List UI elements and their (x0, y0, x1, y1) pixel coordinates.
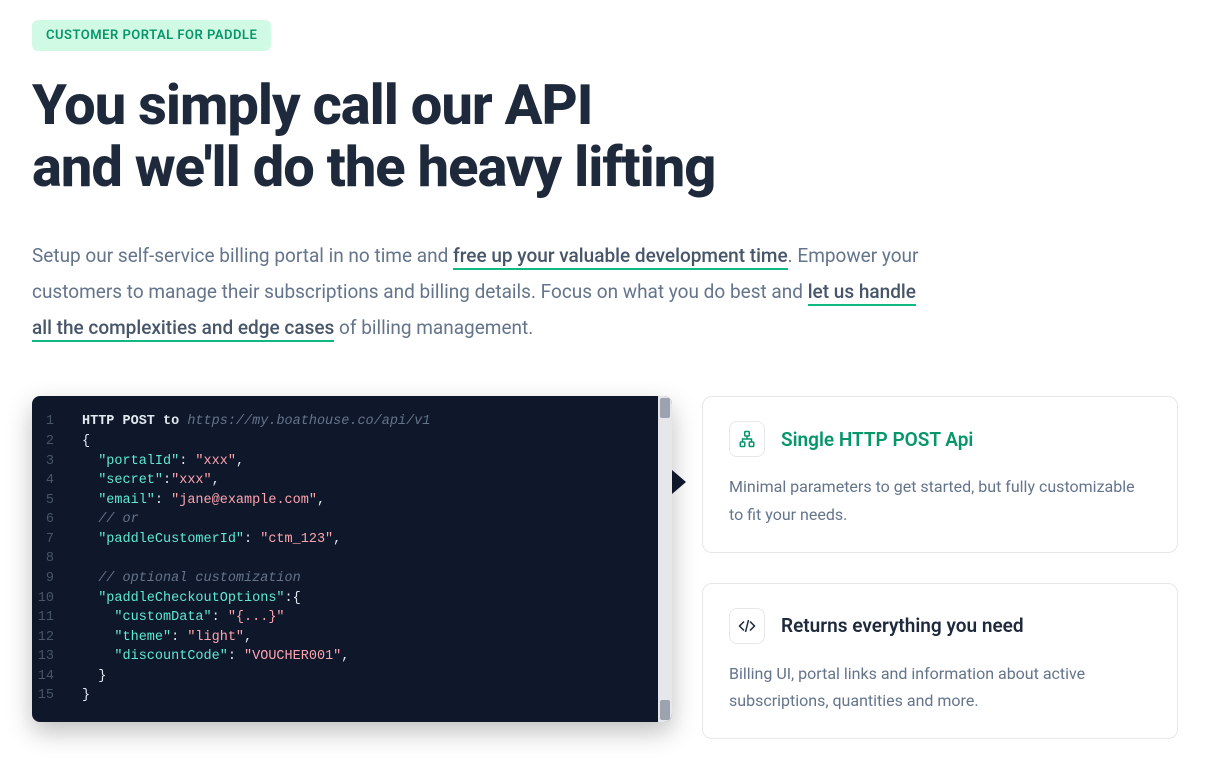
feature-card-api: Single HTTP POST Api Minimal parameters … (702, 396, 1178, 552)
code-line: 8 (32, 549, 672, 569)
line-number: 15 (32, 686, 82, 706)
hierarchy-icon (729, 421, 765, 457)
line-number: 3 (32, 452, 82, 472)
line-content: } (82, 686, 90, 706)
line-number: 12 (32, 628, 82, 648)
code-slash-icon (729, 608, 765, 644)
line-number: 5 (32, 491, 82, 511)
line-content (82, 549, 90, 569)
line-content: "paddleCustomerId": "ctm_123", (82, 530, 341, 550)
line-number: 4 (32, 471, 82, 491)
code-line: 9 // optional customization (32, 569, 672, 589)
code-line: 15} (32, 686, 672, 706)
lead-text-1: Setup our self-service billing portal in… (32, 244, 453, 267)
code-line: 12 "theme": "light", (32, 628, 672, 648)
line-number: 11 (32, 608, 82, 628)
scrollbar-thumb-bottom[interactable] (660, 700, 670, 720)
line-content: } (82, 667, 106, 687)
lead-paragraph: Setup our self-service billing portal in… (32, 238, 932, 346)
code-line: 10 "paddleCheckoutOptions":{ (32, 589, 672, 609)
line-content: HTTP POST to https://my.boathouse.co/api… (82, 412, 430, 432)
line-content: // optional customization (82, 569, 301, 589)
code-example: 1HTTP POST to https://my.boathouse.co/ap… (32, 396, 672, 721)
line-content: "theme": "light", (82, 628, 252, 648)
code-scrollbar[interactable] (658, 396, 672, 721)
code-line: 1HTTP POST to https://my.boathouse.co/ap… (32, 412, 672, 432)
line-number: 2 (32, 432, 82, 452)
code-line: 6 // or (32, 510, 672, 530)
heading-line-2: and we'll do the heavy lifting (32, 134, 715, 200)
code-line: 11 "customData": "{...}" (32, 608, 672, 628)
lead-text-3: of billing management. (334, 316, 533, 339)
scrollbar-thumb-top[interactable] (660, 398, 670, 418)
line-number: 1 (32, 412, 82, 432)
code-line: 7 "paddleCustomerId": "ctm_123", (32, 530, 672, 550)
code-block: 1HTTP POST to https://my.boathouse.co/ap… (32, 396, 672, 721)
line-content: "discountCode": "VOUCHER001", (82, 647, 349, 667)
card-title: Single HTTP POST Api (781, 428, 973, 451)
code-line: 3 "portalId": "xxx", (32, 452, 672, 472)
line-number: 13 (32, 647, 82, 667)
feature-card-returns: Returns everything you need Billing UI, … (702, 583, 1178, 739)
line-content: { (82, 432, 90, 452)
product-badge: CUSTOMER PORTAL FOR PADDLE (32, 20, 271, 51)
line-number: 8 (32, 549, 82, 569)
card-body: Billing UI, portal links and information… (729, 660, 1151, 714)
line-content: "secret":"xxx", (82, 471, 220, 491)
page-title: You simply call our API and we'll do the… (32, 75, 1178, 198)
feature-cards: Single HTTP POST Api Minimal parameters … (702, 396, 1178, 739)
line-content: "email": "jane@example.com", (82, 491, 325, 511)
code-line: 2{ (32, 432, 672, 452)
heading-line-1: You simply call our API (32, 72, 592, 138)
line-content: "paddleCheckoutOptions":{ (82, 589, 301, 609)
lead-underline-1: free up your valuable development time (453, 244, 788, 270)
card-body: Minimal parameters to get started, but f… (729, 473, 1151, 527)
code-line: 14 } (32, 667, 672, 687)
line-content: "customData": "{...}" (82, 608, 285, 628)
line-number: 14 (32, 667, 82, 687)
line-content: "portalId": "xxx", (82, 452, 244, 472)
card-title: Returns everything you need (781, 614, 1024, 637)
line-number: 6 (32, 510, 82, 530)
line-number: 9 (32, 569, 82, 589)
line-content: // or (82, 510, 139, 530)
code-line: 13 "discountCode": "VOUCHER001", (32, 647, 672, 667)
pointer-triangle-icon (672, 470, 686, 494)
line-number: 7 (32, 530, 82, 550)
code-line: 4 "secret":"xxx", (32, 471, 672, 491)
line-number: 10 (32, 589, 82, 609)
code-line: 5 "email": "jane@example.com", (32, 491, 672, 511)
